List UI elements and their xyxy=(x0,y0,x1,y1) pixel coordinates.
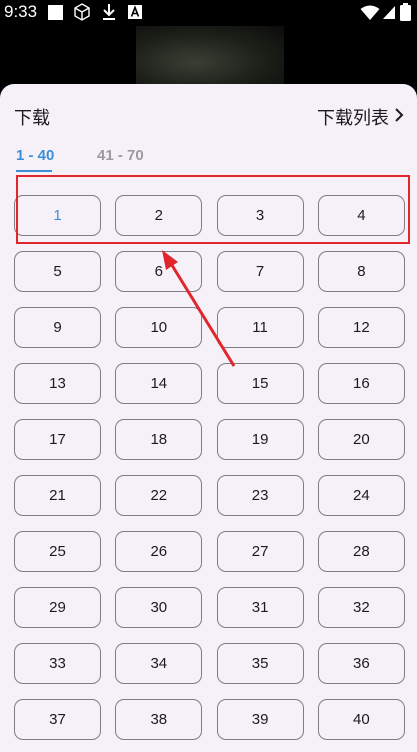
download-sheet: 下载 下载列表 1 - 40 41 - 70 1 2 3 4 5 6 7 8 9 10 11 12 13… xyxy=(0,84,417,752)
episode-button-28[interactable]: 28 xyxy=(317,531,405,572)
episode-button-6[interactable]: 6 xyxy=(115,251,203,292)
episode-button-35[interactable]: 35 xyxy=(216,643,304,684)
download-icon xyxy=(101,3,117,25)
chevron-right-icon xyxy=(393,107,405,128)
episode-button-26[interactable]: 26 xyxy=(115,531,203,572)
episode-button-30[interactable]: 30 xyxy=(115,587,203,628)
episode-button-20[interactable]: 20 xyxy=(317,419,405,460)
episode-button-31[interactable]: 31 xyxy=(216,587,304,628)
episode-button-8[interactable]: 8 xyxy=(317,251,405,292)
app-a-icon xyxy=(127,4,143,24)
episode-button-29[interactable]: 29 xyxy=(14,587,101,628)
episode-button-40[interactable]: 40 xyxy=(317,699,405,740)
episode-button-32[interactable]: 32 xyxy=(317,587,405,628)
episode-button-10[interactable]: 10 xyxy=(115,307,203,348)
episode-button-25[interactable]: 25 xyxy=(14,531,101,572)
episode-button-9[interactable]: 9 xyxy=(14,307,101,348)
status-time: 9:33 xyxy=(4,2,38,21)
episode-button-37[interactable]: 37 xyxy=(14,699,101,740)
episode-button-2[interactable]: 2 xyxy=(115,195,203,236)
episode-button-14[interactable]: 14 xyxy=(115,363,203,404)
episode-grid: 1 2 3 4 5 6 7 8 9 10 11 12 13 14 15 16 17 18 19 20 21 22 23 24 2… xyxy=(14,195,405,740)
episode-button-34[interactable]: 34 xyxy=(115,643,203,684)
episode-button-24[interactable]: 24 xyxy=(317,475,405,516)
episode-button-15[interactable]: 15 xyxy=(216,363,304,404)
episode-button-1[interactable]: 1 xyxy=(14,195,101,236)
episode-button-3[interactable]: 3 xyxy=(216,195,304,236)
wifi-icon xyxy=(360,5,380,25)
episode-button-23[interactable]: 23 xyxy=(216,475,304,516)
episode-button-4[interactable]: 4 xyxy=(317,195,405,236)
episode-button-5[interactable]: 5 xyxy=(14,251,101,292)
episode-button-16[interactable]: 16 xyxy=(317,363,405,404)
episode-button-38[interactable]: 38 xyxy=(115,699,203,740)
episode-button-7[interactable]: 7 xyxy=(216,251,304,292)
download-list-link[interactable]: 下载列表 xyxy=(317,104,405,130)
episode-button-12[interactable]: 12 xyxy=(317,307,405,348)
video-player[interactable] xyxy=(0,26,417,86)
episode-button-36[interactable]: 36 xyxy=(317,643,405,684)
episode-button-18[interactable]: 18 xyxy=(115,419,203,460)
tab-41-70[interactable]: 41 - 70 xyxy=(97,147,144,164)
video-frame xyxy=(136,26,284,86)
episode-button-22[interactable]: 22 xyxy=(115,475,203,516)
episode-button-19[interactable]: 19 xyxy=(216,419,304,460)
download-list-label: 下载列表 xyxy=(317,108,389,129)
notification-square-icon xyxy=(47,4,64,25)
episode-button-27[interactable]: 27 xyxy=(216,531,304,572)
tab-1-40[interactable]: 1 - 40 xyxy=(16,147,54,164)
status-bar: 9:33 xyxy=(0,0,417,26)
episode-button-13[interactable]: 13 xyxy=(14,363,101,404)
tab-indicator xyxy=(16,170,52,172)
sheet-title: 下载 xyxy=(14,108,50,129)
episode-button-39[interactable]: 39 xyxy=(216,699,304,740)
cube-icon xyxy=(73,3,91,25)
battery-icon xyxy=(400,3,411,25)
signal-icon xyxy=(382,4,396,24)
episode-button-21[interactable]: 21 xyxy=(14,475,101,516)
episode-button-11[interactable]: 11 xyxy=(216,307,304,348)
episode-button-33[interactable]: 33 xyxy=(14,643,101,684)
episode-button-17[interactable]: 17 xyxy=(14,419,101,460)
